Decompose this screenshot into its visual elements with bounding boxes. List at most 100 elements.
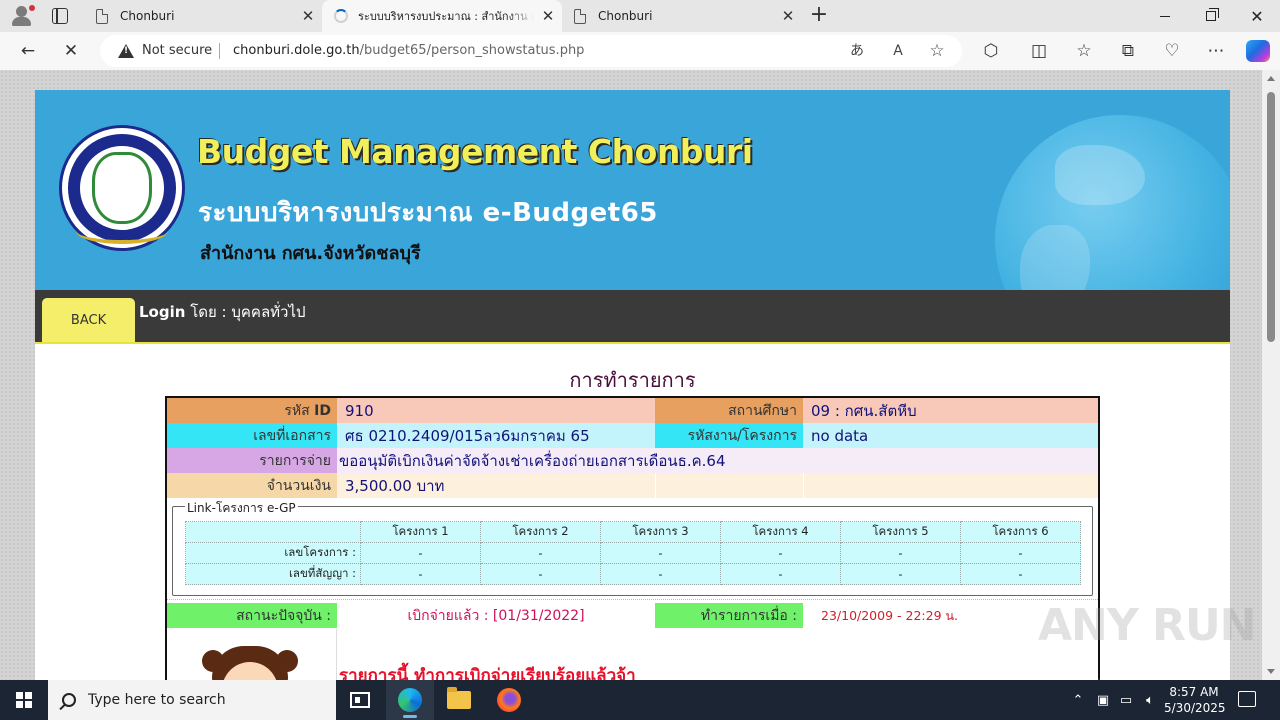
tab-title: Chonburi [120,9,175,23]
page-container: Budget Management Chonburi ระบบบริหารงบป… [35,90,1230,680]
taskbar-clock[interactable]: 8:57 AM 5/30/2025 [1164,684,1226,716]
egp-cell: - [600,563,721,585]
egp-row-label: เลขโครงการ : [185,542,361,564]
address-bar[interactable]: Not secure chonburi.dole.go.th/budget65/… [100,35,962,67]
transaction-detail-table: รหัส ID 910 สถานศึกษา 09 : กศน.สัตหีบ เล… [165,396,1100,680]
url-text[interactable]: chonburi.dole.go.th/budget65/person_show… [233,43,584,58]
profile-avatar-icon[interactable] [10,5,35,27]
egp-row-label: เลขที่สัญญา : [185,563,361,585]
firefox-icon [497,688,521,712]
scroll-down-arrow-icon[interactable] [1267,669,1275,674]
close-tab-icon[interactable]: ✕ [534,7,562,25]
back-icon[interactable]: ← [15,39,41,63]
taskbar-firefox[interactable] [485,680,533,720]
back-button[interactable]: BACK [42,298,135,343]
task-view-icon [350,692,370,708]
translate-icon[interactable]: あ [847,41,867,61]
favorite-star-icon[interactable]: ☆ [927,41,947,61]
egp-column-header: โครงการ 4 [720,521,841,543]
id-label: รหัส ID [167,398,337,423]
egp-column-header: โครงการ 2 [480,521,601,543]
clock-date: 5/30/2025 [1164,701,1226,715]
globe-graphic [995,115,1230,290]
browser-tab-2-active[interactable]: ระบบบริหารงบประมาณ : สำนักงาน กศน.จังหวั… [322,0,562,32]
tab-title: ระบบบริหารงบประมาณ : สำนักงาน กศน.จังหวั… [358,10,534,23]
windows-logo-icon [16,692,32,708]
page-icon [574,8,586,24]
taskbar-search-box[interactable]: Type here to search [48,680,336,720]
read-aloud-icon[interactable]: A [888,41,908,61]
table-row: จำนวนเงิน 3,500.00 บาท [167,473,1098,498]
egp-project-number-row: เลขโครงการ : - - - - - - [185,542,1081,564]
collections-icon[interactable]: ⧉ [1115,39,1141,63]
transaction-time-label: ทำรายการเมื่อ : [655,603,803,628]
login-status: Login โดย : บุคคลทั่วไป [139,300,306,324]
favorites-icon[interactable]: ☆ [1071,39,1097,63]
close-window-button[interactable]: ✕ [1234,0,1280,32]
login-label: Login [139,303,186,321]
document-number-value: ศธ 0210.2409/015ลว6มกราคม 65 [337,423,655,448]
cartoon-girl-image [167,629,337,680]
egp-column-header: โครงการ 1 [360,521,481,543]
payment-complete-message: รายการนี้ ทำการเบิกจ่ายเรียบร้อยแล้วจ้า [339,666,636,680]
more-icon[interactable]: ⋯ [1203,39,1229,63]
message-row: รายการนี้ ทำการเบิกจ่ายเรียบร้อยแล้วจ้า [167,629,1098,680]
egp-header-row: โครงการ 1 โครงการ 2 โครงการ 3 โครงการ 4 … [185,521,1081,543]
browser-tab-3[interactable]: Chonburi ✕ [562,0,802,32]
performance-icon[interactable]: ♡ [1159,39,1185,63]
search-placeholder: Type here to search [88,692,226,708]
url-path: /budget65/person_showstatus.php [359,43,585,58]
security-tray-icon[interactable]: ▣ [1094,680,1112,720]
stop-icon[interactable]: ✕ [58,39,84,63]
minimize-button[interactable] [1142,0,1188,32]
file-explorer-icon [447,687,471,709]
expense-item-value: ขออนุมัติเบิกเงินค่าจัดจ้างเช่าเครื่องถ่… [337,448,1098,473]
login-user: โดย : บุคคลทั่วไป [185,303,306,321]
url-host: chonburi.dole.go.th [233,43,360,58]
office-seal-logo [59,125,185,251]
new-tab-button[interactable]: + [808,4,830,26]
close-tab-icon[interactable]: ✕ [294,7,322,25]
site-banner: Budget Management Chonburi ระบบบริหารงบป… [35,90,1230,290]
taskbar-edge[interactable] [386,680,434,720]
page-icon [96,8,108,24]
current-status-label: สถานะปัจจุบัน : [167,603,337,628]
site-title-thai: ระบบบริหารงบประมาณ e-Budget65 [198,198,658,228]
security-label[interactable]: Not secure [142,43,212,58]
start-button[interactable] [0,680,48,720]
split-screen-icon[interactable]: ◫ [1026,39,1052,63]
egp-cell: - [840,563,961,585]
tab-title: Chonburi [598,9,653,23]
project-code-value: no data [803,423,1098,448]
table-row: เลขที่เอกสาร ศธ 0210.2409/015ลว6มกราคม 6… [167,423,1098,448]
volume-icon[interactable]: 🔈︎ [1140,680,1160,720]
notifications-icon[interactable] [1238,691,1256,707]
egp-cell: - [960,542,1081,564]
egp-cell: - [480,563,601,585]
browser-tab-1[interactable]: Chonburi ✕ [84,0,322,32]
egp-table: โครงการ 1 โครงการ 2 โครงการ 3 โครงการ 4 … [185,521,1081,585]
task-view-button[interactable] [336,680,384,720]
restore-button[interactable] [1188,0,1234,32]
show-hidden-icons-chevron-icon[interactable]: ⌃ [1068,680,1088,720]
taskbar-file-explorer[interactable] [435,680,483,720]
scroll-up-arrow-icon[interactable] [1267,76,1275,81]
scrollbar-thumb[interactable] [1267,92,1275,342]
extensions-icon[interactable]: ⬡ [978,39,1004,63]
copilot-icon[interactable] [1246,40,1270,62]
egp-links-fieldset: Link-โครงการ e-GP โครงการ 1 โครงการ 2 โค… [172,499,1093,596]
warning-icon[interactable] [118,44,134,58]
watermark-text: ANY RUN [1038,600,1256,651]
egp-legend: Link-โครงการ e-GP [185,499,298,518]
network-icon[interactable]: ▭ [1116,680,1136,720]
current-status-value: เบิกจ่ายแล้ว : [01/31/2022] [407,607,585,624]
school-value: 09 : กศน.สัตหีบ [803,398,1098,423]
project-code-label: รหัสงาน/โครงการ [655,423,803,448]
empty-cell [803,473,1098,498]
egp-cell: - [600,542,721,564]
close-tab-icon[interactable]: ✕ [774,7,802,25]
tab-actions-icon[interactable] [52,8,68,24]
egp-cell: - [360,563,481,585]
address-divider [219,43,220,59]
vertical-scrollbar[interactable] [1262,70,1280,680]
